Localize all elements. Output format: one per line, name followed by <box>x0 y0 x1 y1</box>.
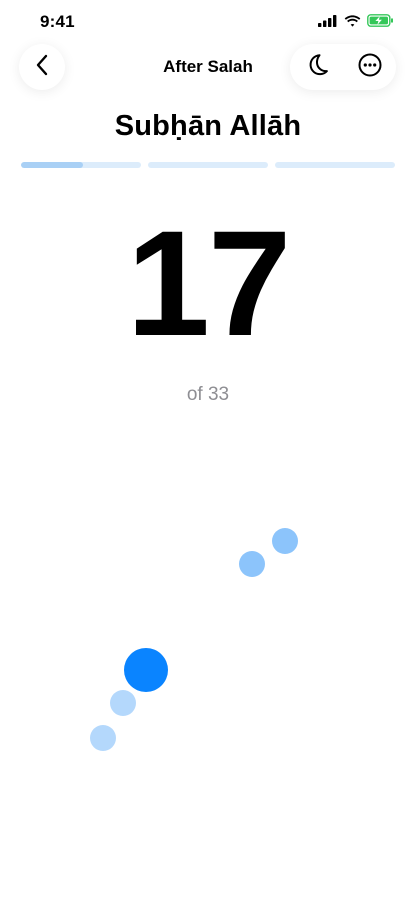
status-bar: 9:41 <box>0 0 416 44</box>
progress-segment-fill <box>21 162 84 168</box>
bead-dot <box>239 551 265 577</box>
counter-total: of 33 <box>186 384 230 405</box>
counter-value[interactable]: 17 <box>0 198 416 368</box>
more-horizontal-icon <box>357 52 383 83</box>
status-time: 9:41 <box>40 12 75 31</box>
moon-icon <box>304 52 330 83</box>
battery-charging-icon <box>367 14 394 27</box>
bead-dot-active <box>124 648 168 692</box>
bead-dot <box>90 725 116 751</box>
signal-icon <box>318 14 338 27</box>
theme-button[interactable] <box>290 44 343 90</box>
status-icons <box>318 14 394 27</box>
bead-dot <box>110 690 136 716</box>
more-button[interactable] <box>343 44 396 90</box>
wifi-icon <box>344 14 361 27</box>
progress-segment <box>148 162 268 168</box>
progress-segment <box>21 162 141 168</box>
dhikr-title: Subḥān Allāh <box>114 110 302 142</box>
bead-dot <box>272 528 298 554</box>
header-actions <box>290 44 396 90</box>
progress-segments <box>21 162 395 169</box>
progress-segment <box>275 162 395 168</box>
